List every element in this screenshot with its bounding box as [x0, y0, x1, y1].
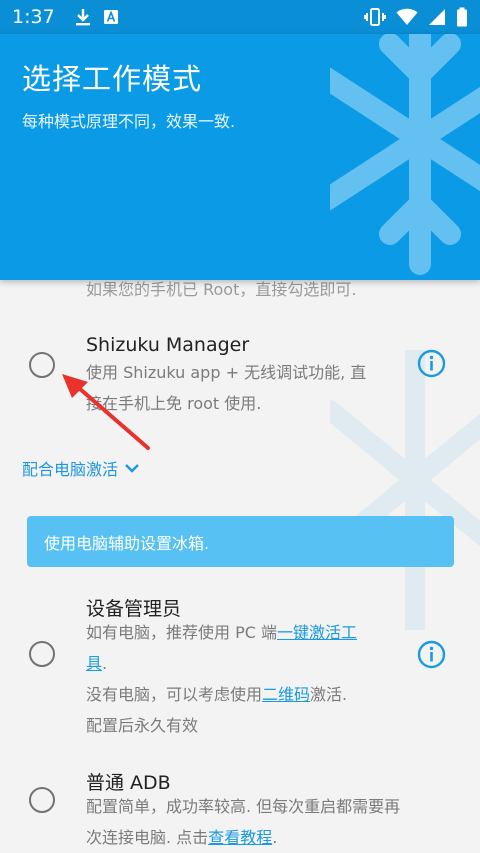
page-subtitle: 每种模式原理不同，效果一致. — [22, 112, 236, 131]
adb-desc-line2: 次连接电脑. 点击查看教程. — [86, 822, 406, 853]
device-admin-line3-text: 没有电脑，可以考虑使用 — [86, 685, 263, 704]
device-admin-line1-text: 如有电脑，推荐使用 PC 端 — [86, 623, 277, 642]
signal-icon — [428, 8, 446, 26]
root-option-description: 如果您的手机已 Root，直接勾选即可. — [86, 280, 357, 299]
page-title: 选择工作模式 — [22, 62, 203, 96]
adb-line2-text: 次连接电脑. 点击 — [86, 828, 209, 847]
device-admin-radio[interactable] — [29, 641, 55, 667]
adb-radio[interactable] — [29, 787, 55, 813]
pc-setup-banner: 使用电脑辅助设置冰箱. — [27, 516, 454, 567]
device-admin-desc-line3: 没有电脑，可以考虑使用二维码激活. — [86, 679, 406, 710]
shizuku-title: Shizuku Manager — [86, 334, 250, 356]
shizuku-info-icon[interactable] — [417, 349, 446, 378]
option-adb[interactable]: 普通 ADB 配置简单，成功率较高. 但每次重启都需要再 次连接电脑. 点击查看… — [0, 762, 480, 853]
wifi-icon — [396, 8, 418, 26]
vibrate-icon — [364, 7, 386, 27]
device-admin-line3-suffix: 激活. — [310, 685, 348, 704]
status-bar: 1:37 — [0, 0, 480, 34]
mode-list: 如果您的手机已 Root，直接勾选即可. Shizuku Manager 使用 … — [0, 280, 480, 853]
chevron-down-icon — [125, 464, 139, 473]
device-admin-desc-line2: 具. — [86, 648, 406, 679]
a-badge-icon — [103, 9, 119, 25]
one-click-tool-link-cont[interactable]: 具 — [86, 654, 102, 673]
status-time: 1:37 — [12, 6, 55, 28]
snowflake-icon — [330, 34, 480, 275]
device-admin-info-icon[interactable] — [417, 640, 446, 669]
adb-desc-line1: 配置简单，成功率较高. 但每次重启都需要再 — [86, 797, 401, 816]
red-arrow-annotation — [62, 374, 150, 450]
download-icon — [75, 8, 91, 26]
one-click-tool-link[interactable]: 一键激活工 — [277, 623, 357, 642]
qr-code-link[interactable]: 二维码 — [262, 685, 310, 704]
shizuku-radio[interactable] — [29, 352, 55, 378]
expand-pc-activation[interactable]: 配合电脑激活 — [22, 456, 140, 480]
adb-line2-suffix: . — [272, 828, 278, 847]
option-device-admin[interactable]: 设备管理员 如有电脑，推荐使用 PC 端一键激活工 具. 没有电脑，可以考虑使用… — [0, 588, 480, 738]
header: 选择工作模式 每种模式原理不同，效果一致. — [0, 34, 480, 280]
view-tutorial-link[interactable]: 查看教程 — [208, 828, 272, 847]
expand-label: 配合电脑激活 — [22, 460, 119, 479]
banner-text: 使用电脑辅助设置冰箱. — [44, 533, 210, 553]
battery-icon — [456, 7, 468, 27]
device-admin-desc-line4: 配置后永久有效 — [86, 716, 199, 735]
device-admin-desc-line1: 如有电脑，推荐使用 PC 端一键激活工 — [86, 617, 406, 648]
device-admin-line2-text: . — [102, 654, 108, 673]
